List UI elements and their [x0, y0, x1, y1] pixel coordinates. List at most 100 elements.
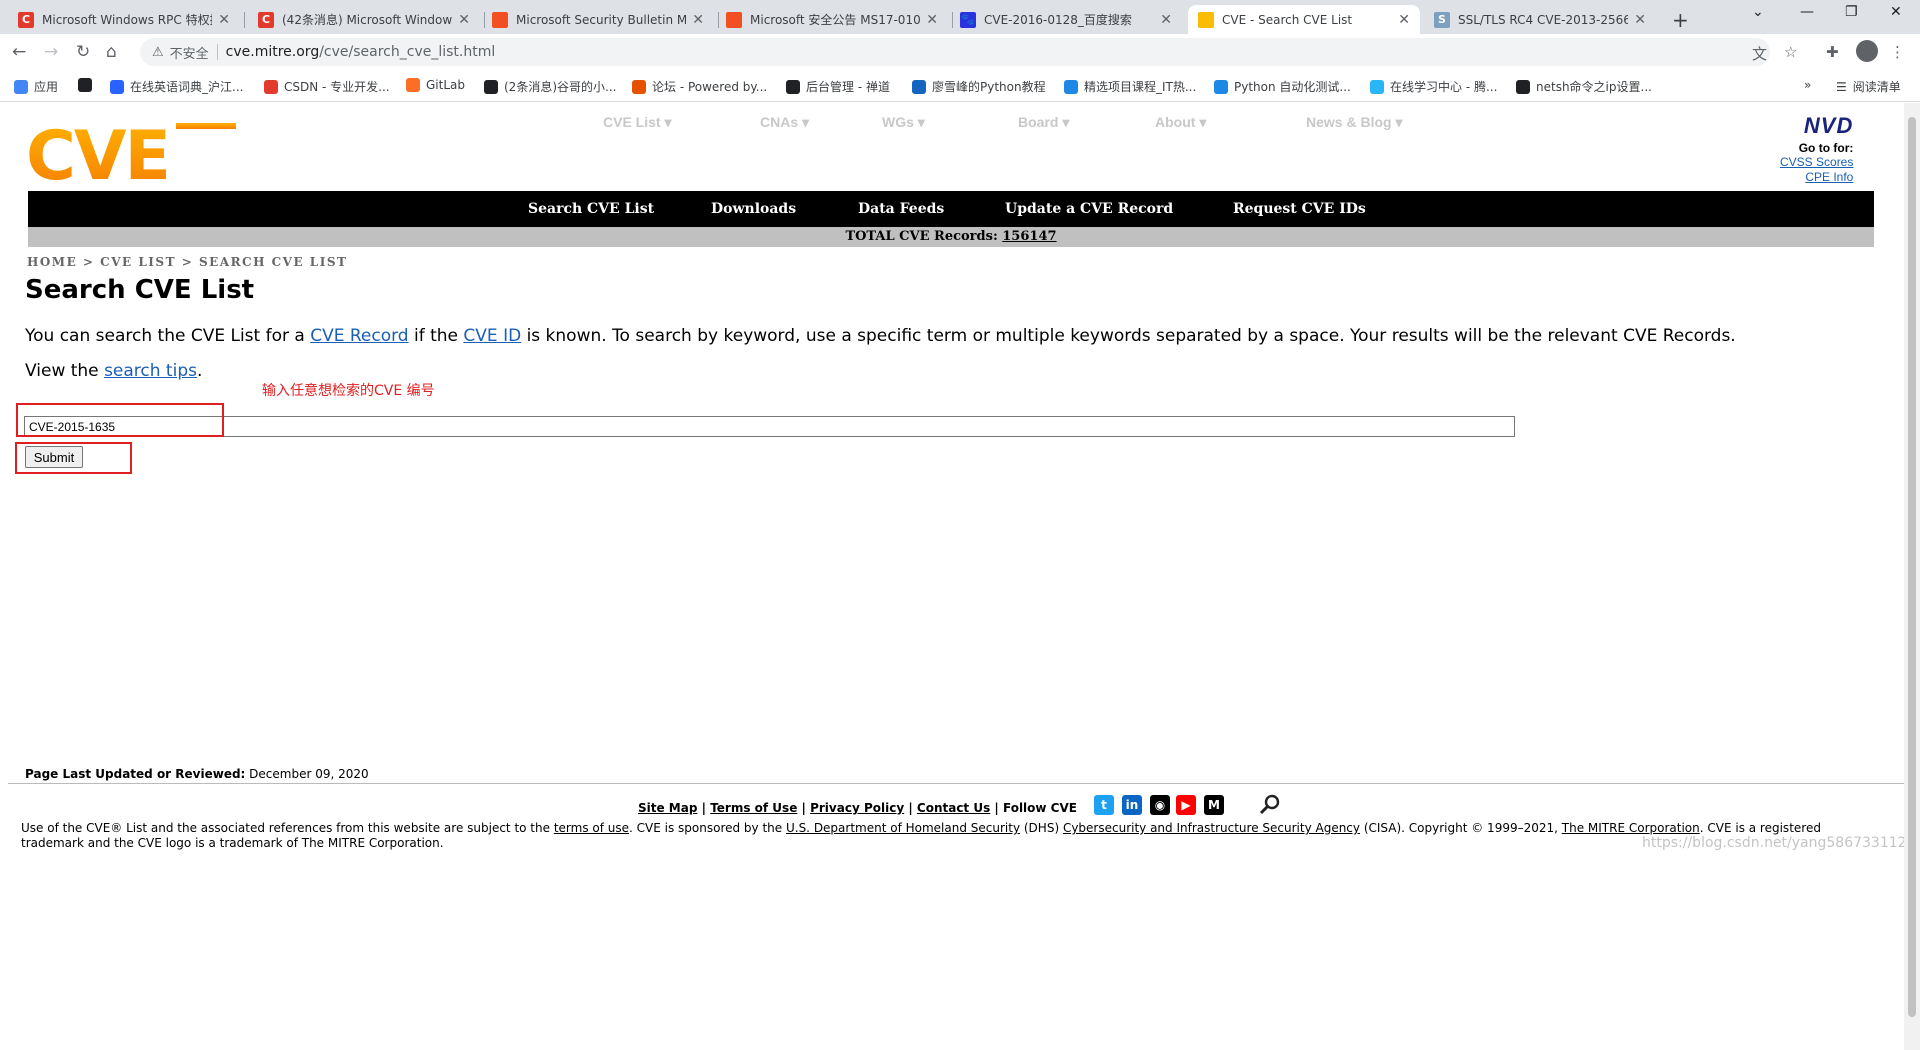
search-tips-link[interactable]: search tips	[104, 361, 197, 381]
mitre-link[interactable]: The MITRE Corporation	[1562, 821, 1700, 835]
site-map-link[interactable]: Site Map	[638, 801, 697, 815]
bookmark-label: 廖雪峰的Python教程	[932, 80, 1046, 94]
bookmark-label: GitLab	[426, 78, 465, 92]
tab-close-icon[interactable]: ✕	[692, 12, 704, 28]
bookmark-item[interactable]: 廖雪峰的Python教程	[912, 78, 1046, 95]
cisa-link[interactable]: Cybersecurity and Infrastructure Securit…	[1063, 821, 1360, 835]
top-nav-item[interactable]: CVE List ▾	[603, 114, 671, 131]
bookmark-item[interactable]	[78, 78, 98, 92]
bookmark-item[interactable]: 论坛 - Powered by...	[632, 78, 767, 95]
bookmark-item[interactable]: 应用	[14, 78, 58, 95]
top-nav-item[interactable]: About ▾	[1155, 114, 1206, 131]
menu-request-cve-ids[interactable]: Request CVE IDs	[1233, 201, 1366, 217]
privacy-policy-link[interactable]: Privacy Policy	[810, 801, 904, 815]
bookmark-favicon-icon	[1214, 79, 1228, 94]
menu-downloads[interactable]: Downloads	[711, 201, 796, 217]
bookmark-item[interactable]: GitLab	[406, 78, 465, 92]
bookmark-item[interactable]: 后台管理 - 禅道	[786, 78, 890, 95]
twitter-icon[interactable]: t	[1094, 795, 1114, 815]
top-nav-item[interactable]: CNAs ▾	[760, 114, 809, 131]
tab-search-icon[interactable]: ⌄	[1752, 4, 1764, 20]
terms-of-use-link[interactable]: Terms of Use	[710, 801, 797, 815]
nvd-panel: NVD Go to for: CVSS Scores CPE Info	[1780, 113, 1853, 185]
forward-icon[interactable]: →	[44, 42, 58, 62]
vertical-scrollbar[interactable]	[1904, 103, 1920, 1050]
tab-title: Microsoft 安全公告 MS17-010	[750, 13, 921, 27]
browser-tab[interactable]: C (42条消息) Microsoft Window ✕	[248, 5, 480, 34]
more-bookmarks-icon[interactable]: »	[1804, 78, 1811, 92]
bookmark-item[interactable]: 在线学习中心 - 腾...	[1370, 78, 1497, 95]
profile-avatar[interactable]	[1856, 40, 1878, 62]
restore-icon[interactable]: ❐	[1845, 4, 1858, 20]
breadcrumb-cve-list[interactable]: CVE LIST	[100, 255, 176, 269]
web-page: CVE CVE List ▾ CNAs ▾ WGs ▾ Board ▾ About ▾ N…	[0, 103, 1915, 1050]
search-icon[interactable]	[1258, 793, 1282, 817]
terms-link[interactable]: terms of use	[554, 821, 629, 835]
tab-close-icon[interactable]: ✕	[926, 12, 938, 28]
tab-close-icon[interactable]: ✕	[1160, 12, 1172, 28]
bookmark-label: 后台管理 - 禅道	[806, 80, 890, 94]
bookmark-label: 精选项目课程_IT热...	[1084, 80, 1197, 94]
cve-logo[interactable]: CVE	[26, 121, 236, 183]
tab-favicon-icon: S	[1434, 11, 1450, 28]
search-input[interactable]	[24, 416, 1515, 437]
total-records-value[interactable]: 156147	[1002, 229, 1056, 244]
translate-icon[interactable]: 文	[1752, 43, 1767, 64]
tab-close-icon[interactable]: ✕	[1634, 12, 1646, 28]
address-bar[interactable]: ⚠ 不安全 cve.mitre.org/cve/search_cve_list.…	[140, 38, 1770, 66]
browser-tab[interactable]: CVE - Search CVE List ✕	[1188, 5, 1420, 34]
dhs-link[interactable]: U.S. Department of Homeland Security	[786, 821, 1020, 835]
bookmark-item[interactable]: CSDN - 专业开发...	[264, 78, 390, 95]
breadcrumb-home[interactable]: HOME	[27, 255, 77, 269]
back-icon[interactable]: ←	[12, 42, 26, 62]
bookmark-favicon-icon	[1516, 79, 1530, 94]
top-nav-item[interactable]: Board ▾	[1018, 114, 1069, 131]
reload-icon[interactable]: ↻	[76, 42, 90, 62]
menu-update-cve-record[interactable]: Update a CVE Record	[1005, 201, 1173, 217]
bookmark-label: CSDN - 专业开发...	[284, 80, 390, 94]
minimize-icon[interactable]: —	[1800, 4, 1814, 20]
menu-search-cve-list[interactable]: Search CVE List	[528, 201, 654, 217]
top-nav-item[interactable]: News & Blog ▾	[1306, 114, 1402, 131]
contact-us-link[interactable]: Contact Us	[917, 801, 990, 815]
cvss-scores-link[interactable]: CVSS Scores	[1780, 155, 1853, 170]
menu-data-feeds[interactable]: Data Feeds	[858, 201, 944, 217]
bookmark-item[interactable]: (2条消息)谷哥的小...	[484, 78, 616, 95]
reading-list-button[interactable]: ☰ 阅读清单	[1836, 78, 1901, 95]
bookmark-label: netsh命令之ip设置...	[1536, 80, 1652, 94]
youtube-icon[interactable]: ▶	[1176, 795, 1196, 815]
medium-icon[interactable]: M	[1204, 795, 1224, 815]
url-path: /cve/search_cve_list.html	[319, 44, 496, 60]
annotation-highlight-submit	[15, 442, 132, 474]
menu-icon[interactable]: ⋮	[1890, 43, 1905, 61]
bookmark-favicon-icon	[632, 79, 646, 94]
top-nav-item[interactable]: WGs ▾	[882, 114, 925, 131]
tab-close-icon[interactable]: ✕	[218, 12, 230, 28]
close-window-icon[interactable]: ✕	[1890, 4, 1902, 20]
browser-tab[interactable]: S SSL/TLS RC4 CVE-2013-2566 ✕	[1424, 5, 1656, 34]
browser-tab[interactable]: C Microsoft Windows RPC 特权提 ✕	[8, 5, 240, 34]
bookmark-item[interactable]: 在线英语词典_沪江...	[110, 78, 243, 95]
cve-id-link[interactable]: CVE ID	[463, 326, 521, 346]
bookmark-star-icon[interactable]: ☆	[1784, 43, 1797, 61]
breadcrumb-sep: >	[82, 255, 95, 269]
scrollbar-thumb[interactable]	[1908, 117, 1916, 1017]
nvd-logo[interactable]: NVD	[1780, 113, 1853, 139]
browser-tab[interactable]: 🐾 CVE-2016-0128_百度搜索 ✕	[950, 5, 1182, 34]
tab-favicon-icon: C	[258, 11, 274, 28]
cpe-info-link[interactable]: CPE Info	[1780, 170, 1853, 185]
tab-close-icon[interactable]: ✕	[1398, 12, 1410, 28]
extensions-icon[interactable]: ✚	[1826, 43, 1839, 61]
linkedin-icon[interactable]: in	[1122, 795, 1142, 815]
github-icon[interactable]: ◉	[1150, 795, 1170, 815]
bookmark-item[interactable]: netsh命令之ip设置...	[1516, 78, 1652, 95]
cve-record-link[interactable]: CVE Record	[310, 326, 408, 346]
browser-tab[interactable]: Microsoft 安全公告 MS17-010 ✕	[716, 5, 948, 34]
home-icon[interactable]: ⌂	[106, 42, 117, 62]
new-tab-button[interactable]: +	[1672, 8, 1689, 32]
bookmark-item[interactable]: Python 自动化测试...	[1214, 78, 1351, 95]
browser-tab[interactable]: Microsoft Security Bulletin MS ✕	[482, 5, 714, 34]
tab-close-icon[interactable]: ✕	[458, 12, 470, 28]
bookmark-item[interactable]: 精选项目课程_IT热...	[1064, 78, 1196, 95]
address-separator	[216, 44, 218, 60]
